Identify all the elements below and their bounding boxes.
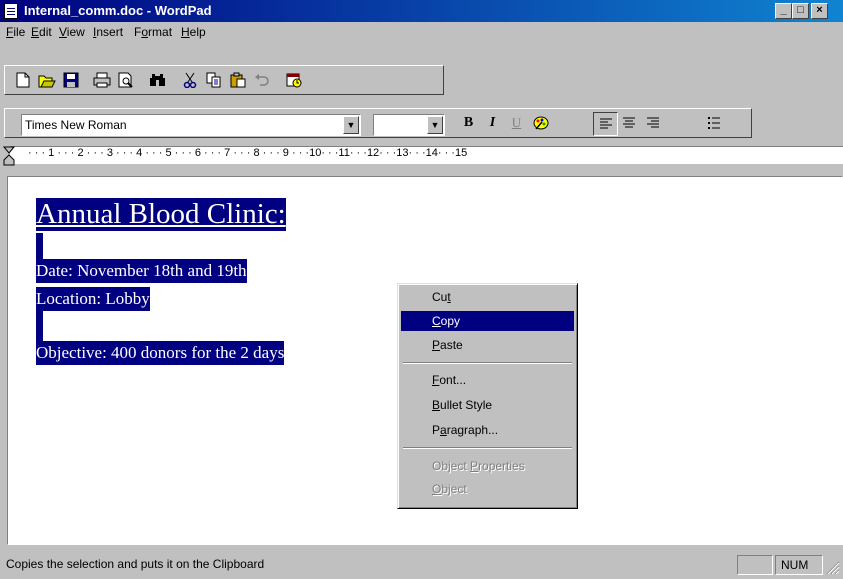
find-icon[interactable]	[146, 69, 169, 91]
doc-location: Location: Lobby	[36, 287, 150, 311]
context-paste[interactable]: Paste	[401, 335, 574, 355]
menu-help[interactable]: Help	[181, 25, 206, 39]
menu-separator	[403, 447, 572, 449]
chevron-down-icon[interactable]: ▼	[343, 116, 359, 134]
doc-heading: Annual Blood Clinic:	[36, 198, 286, 231]
underline-button[interactable]: U	[505, 112, 528, 134]
open-icon[interactable]	[35, 69, 58, 91]
doc-objective: Objective: 400 donors for the 2 days	[36, 341, 285, 365]
italic-button[interactable]: I	[481, 112, 504, 134]
context-object: Object	[432, 482, 467, 496]
copy-icon[interactable]	[202, 69, 225, 91]
context-cut[interactable]: Cut	[401, 287, 574, 307]
menu-format[interactable]: Format	[134, 25, 172, 39]
menu-file[interactable]: File	[6, 25, 25, 39]
context-copy[interactable]: Copy	[401, 311, 574, 331]
window-title: Internal_comm.doc - WordPad	[24, 3, 212, 18]
paste-icon[interactable]	[226, 69, 249, 91]
standard-toolbar	[4, 65, 444, 95]
print-preview-icon[interactable]	[114, 69, 137, 91]
minimize-button[interactable]: _	[775, 3, 792, 19]
format-toolbar: Times New Roman ▼ ▼ B I U	[4, 108, 752, 138]
new-icon[interactable]	[11, 69, 34, 91]
indent-marker-icon[interactable]	[3, 146, 15, 166]
print-icon[interactable]	[90, 69, 113, 91]
cut-icon[interactable]	[178, 69, 201, 91]
wordpad-document-icon[interactable]	[4, 3, 18, 19]
font-size-combo[interactable]: ▼	[373, 114, 445, 136]
context-paragraph[interactable]: Paragraph...	[401, 420, 574, 440]
font-name-value: Times New Roman	[25, 118, 127, 132]
status-text: Copies the selection and puts it on the …	[6, 557, 265, 571]
menu-separator	[403, 362, 572, 364]
align-right-icon[interactable]	[641, 112, 664, 134]
bullets-icon[interactable]	[702, 112, 725, 134]
doc-date: Date: November 18th and 19th	[36, 259, 247, 283]
undo-icon[interactable]	[250, 69, 273, 91]
doc-empty-line	[36, 311, 43, 341]
doc-empty-line	[36, 233, 43, 259]
save-icon[interactable]	[59, 69, 82, 91]
color-palette-icon[interactable]	[529, 112, 552, 134]
title-bar: Internal_comm.doc - WordPad _ □ ×	[0, 0, 843, 22]
close-button[interactable]: ×	[811, 3, 828, 19]
ruler-marks: · · · 1 · · · 2 · · · 3 · · · 4 · · · 5 …	[28, 147, 468, 159]
context-object-properties: Object Properties	[432, 459, 525, 473]
num-lock-indicator: NUM	[775, 555, 823, 575]
context-font[interactable]: Font...	[401, 370, 574, 390]
context-bullet-style[interactable]: Bullet Style	[401, 395, 574, 415]
align-center-icon[interactable]	[617, 112, 640, 134]
chevron-down-icon[interactable]: ▼	[427, 116, 443, 134]
menu-insert[interactable]: Insert	[93, 25, 123, 39]
menu-edit[interactable]: Edit	[31, 25, 52, 39]
font-name-combo[interactable]: Times New Roman ▼	[21, 114, 361, 136]
menu-bar: File Edit View Insert Format Help	[0, 22, 843, 42]
resize-grip-icon[interactable]	[826, 561, 840, 575]
maximize-button[interactable]: □	[792, 3, 809, 19]
context-menu: Cut Copy Paste Font... Bullet Style Para…	[397, 283, 578, 509]
insert-datetime-icon[interactable]	[282, 69, 305, 91]
ruler[interactable]: · · · 1 · · · 2 · · · 3 · · · 4 · · · 5 …	[0, 143, 843, 167]
status-panel-blank	[737, 555, 773, 575]
align-left-icon[interactable]	[593, 112, 618, 136]
status-bar: Copies the selection and puts it on the …	[0, 552, 843, 579]
menu-view[interactable]: View	[59, 25, 85, 39]
bold-button[interactable]: B	[457, 112, 480, 134]
